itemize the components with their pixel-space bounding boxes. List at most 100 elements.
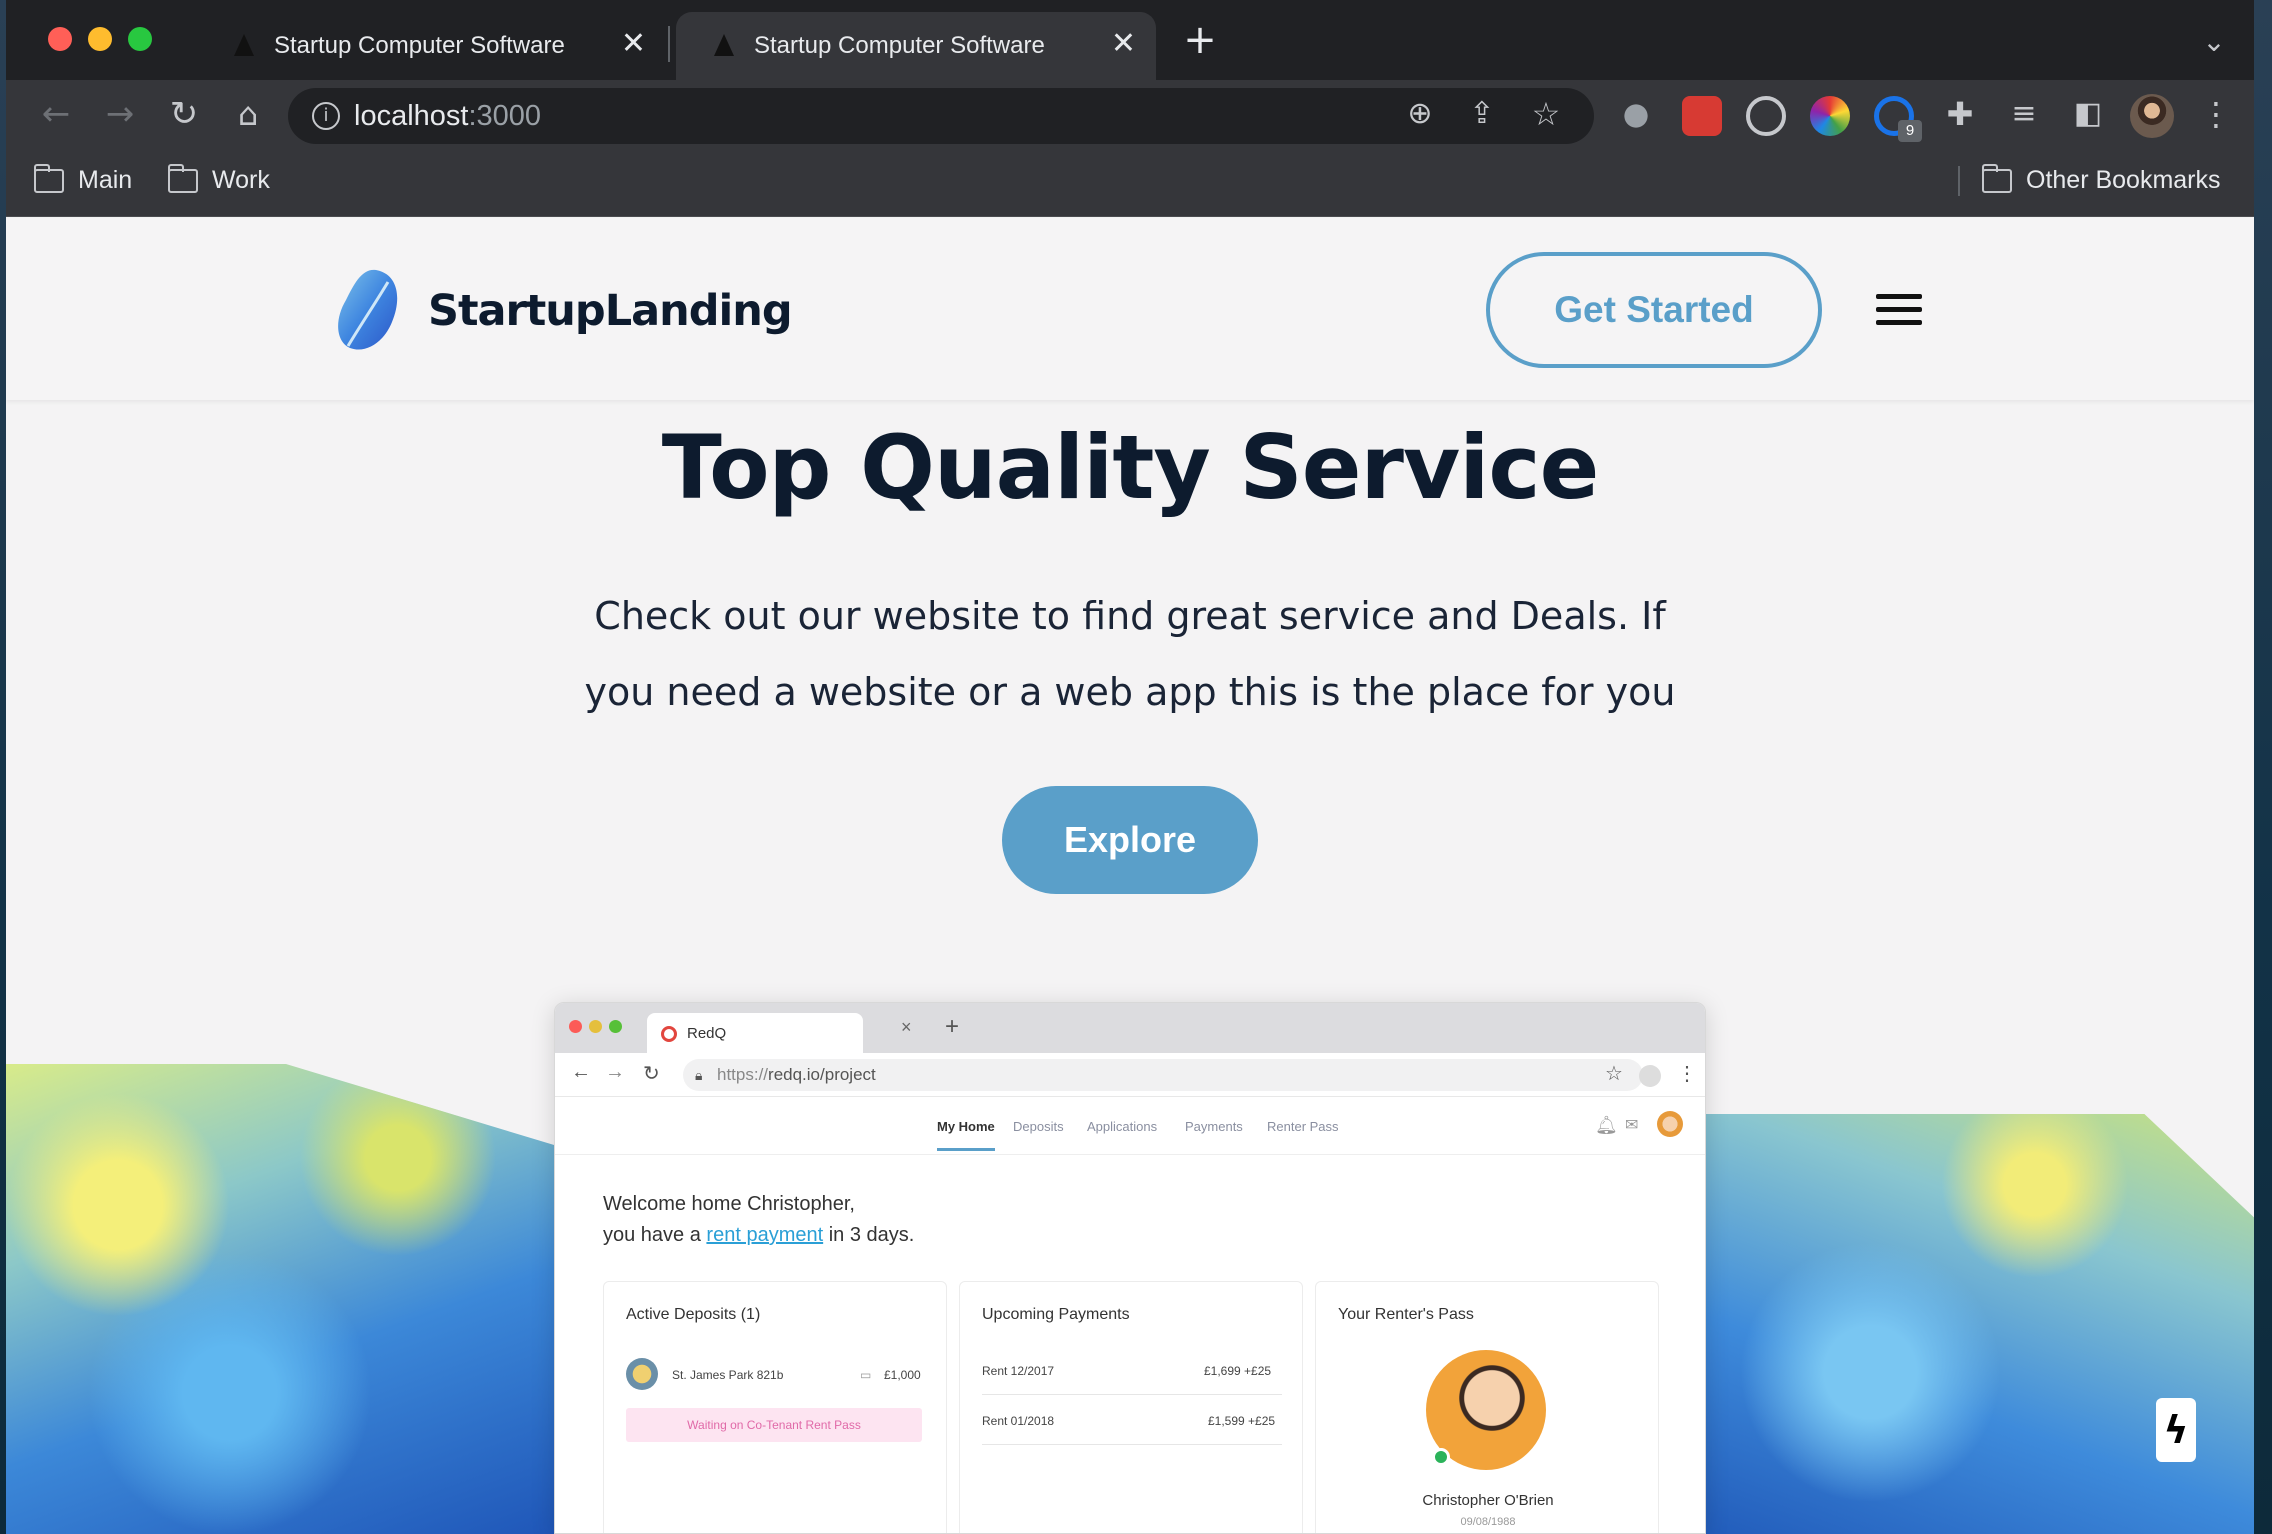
folder-icon <box>168 164 198 193</box>
payment-label: Rent 12/2017 <box>982 1364 1055 1378</box>
back-arrow-icon[interactable]: ← <box>34 94 78 138</box>
bookmark-folder-other[interactable]: Other Bookmarks <box>1982 164 2221 195</box>
tab-strip: Startup Computer Software ✕ Startup Comp… <box>6 0 2254 80</box>
close-window-button[interactable] <box>48 27 72 51</box>
payment-amount: £1,699 +£25 <box>1204 1364 1272 1378</box>
payment-amount: £1,599 +£25 <box>1208 1414 1276 1428</box>
row-divider <box>982 1394 1282 1395</box>
mockup-address-row: ← → ↻ 🔒︎ https://redq.io/project ☆ ⋮ <box>555 1053 1705 1097</box>
explore-button[interactable]: Explore <box>1002 786 1258 894</box>
mockup-nav-applications: Applications <box>1087 1119 1158 1134</box>
site-info-icon[interactable]: i <box>312 102 340 130</box>
mockup-avatar <box>1657 1111 1683 1137</box>
media-queue-icon[interactable]: ≡ <box>2002 94 2046 138</box>
hamburger-menu-icon[interactable] <box>1876 294 1922 326</box>
mockup-close-tab-icon: × <box>901 1017 912 1037</box>
share-icon[interactable]: ⇪ <box>1460 94 1504 138</box>
renter-dob: 09/08/1988 <box>1460 1516 1516 1528</box>
card-title: Active Deposits (1) <box>626 1306 761 1323</box>
mockup-payments-card: Upcoming Payments Rent 12/2017 £1,699 +£… <box>959 1281 1303 1533</box>
tab-search-chevron-down-icon[interactable]: ⌄ <box>2192 22 2236 66</box>
mockup-welcome-text: Welcome home Christopher, you have a ren… <box>603 1193 915 1246</box>
side-panel-icon[interactable]: ◧ <box>2066 94 2110 138</box>
redq-logo-icon <box>661 1026 677 1042</box>
forward-arrow-icon[interactable]: → <box>98 94 142 138</box>
close-tab-icon[interactable]: ✕ <box>1111 26 1136 61</box>
mockup-tab-strip: RedQ × + <box>555 1003 1705 1053</box>
mockup-menu-icon: ⋮ <box>1677 1063 1697 1085</box>
bookmark-folder-work[interactable]: Work <box>168 164 270 195</box>
lightning-bolt-icon[interactable]: ϟ <box>2156 1398 2196 1462</box>
address-bar[interactable]: i localhost:3000 ⊕ ⇪ ☆ <box>288 88 1594 144</box>
mockup-nav-deposits: Deposits <box>1013 1119 1064 1134</box>
extension-mouse-icon[interactable] <box>1616 96 1656 136</box>
mockup-renter-pass-card: Your Renter's Pass Christopher O'Brien 0… <box>1315 1281 1659 1533</box>
extensions-puzzle-icon[interactable]: ✚ <box>1938 94 1982 138</box>
mockup-nav-renter-pass: Renter Pass <box>1267 1119 1339 1134</box>
mockup-nav-my-home: My Home <box>937 1119 995 1151</box>
url-text: localhost:3000 <box>354 100 542 132</box>
card-title: Upcoming Payments <box>982 1306 1130 1323</box>
bookmarks-divider <box>1958 166 1960 196</box>
app-screenshot-mockup: RedQ × + ← → ↻ 🔒︎ https://redq.io/projec… <box>554 1002 1706 1534</box>
mockup-mail-icon: ✉ <box>1625 1117 1639 1134</box>
mockup-tab: RedQ <box>647 1013 863 1053</box>
site-favicon-icon <box>714 34 734 56</box>
site-header: StartupLanding Get Started <box>6 218 2254 400</box>
mockup-traffic-red <box>569 1020 582 1033</box>
minimize-window-button[interactable] <box>88 27 112 51</box>
reload-icon[interactable]: ↻ <box>162 94 206 138</box>
mockup-new-tab-icon: + <box>945 1013 960 1040</box>
web-page: StartupLanding Get Started Top Quality S… <box>6 218 2254 1534</box>
close-tab-icon[interactable]: ✕ <box>621 26 646 61</box>
renter-name: Christopher O'Brien <box>1422 1492 1554 1509</box>
folder-icon <box>1982 164 2012 193</box>
mockup-deposits-card: Active Deposits (1) St. James Park 821b … <box>603 1281 947 1533</box>
hero-headline: Top Quality Service <box>661 416 1600 519</box>
tab-title: Startup Computer Software <box>274 32 565 59</box>
bookmark-folder-main[interactable]: Main <box>34 164 132 195</box>
hero-decoration-left <box>6 1064 566 1534</box>
extension-badge-count: 9 <box>1898 120 1922 142</box>
deposit-status: Waiting on Co-Tenant Rent Pass <box>626 1408 922 1442</box>
tab-title: Startup Computer Software <box>754 32 1045 59</box>
hero-decoration-right <box>1706 1114 2254 1534</box>
mockup-nav-payments: Payments <box>1185 1119 1243 1134</box>
home-icon[interactable]: ⌂ <box>226 94 270 138</box>
tab-2-active[interactable]: Startup Computer Software ✕ <box>676 12 1156 80</box>
card-title: Your Renter's Pass <box>1338 1306 1474 1323</box>
brand-name[interactable]: StartupLanding <box>428 286 793 336</box>
deposit-amount: £1,000 <box>884 1368 921 1382</box>
zoom-window-button[interactable] <box>128 27 152 51</box>
mockup-traffic-green <box>609 1020 622 1033</box>
cash-icon: ▭ <box>860 1368 872 1382</box>
get-started-button[interactable]: Get Started <box>1486 252 1822 368</box>
bookmarks-bar <box>6 155 2254 217</box>
bookmark-star-icon[interactable]: ☆ <box>1524 94 1568 138</box>
more-menu-kebab-icon[interactable]: ⋮ <box>2194 94 2238 138</box>
folder-icon <box>34 164 64 193</box>
browser-window: Startup Computer Software ✕ Startup Comp… <box>6 0 2254 1534</box>
mockup-back-icon: ← <box>571 1061 591 1083</box>
mockup-url: 🔒︎ https://redq.io/project <box>683 1059 1643 1091</box>
mockup-forward-icon: → <box>605 1061 625 1083</box>
tab-1[interactable]: Startup Computer Software ✕ <box>196 12 666 80</box>
mockup-reload-icon: ↻ <box>643 1063 660 1085</box>
brand-logo-icon[interactable] <box>336 268 402 352</box>
new-tab-plus-icon[interactable]: + <box>1178 20 1222 64</box>
desktop-wallpaper-right <box>2254 0 2272 1534</box>
payment-label: Rent 01/2018 <box>982 1414 1055 1428</box>
mockup-bell-icon: 🔔︎ <box>1595 1115 1618 1135</box>
extension-red-icon[interactable] <box>1682 96 1722 136</box>
row-divider <box>982 1444 1282 1445</box>
hero-subtext: Check out our website to find great serv… <box>584 594 1676 714</box>
profile-avatar[interactable] <box>2130 94 2174 138</box>
zoom-magnifier-icon[interactable]: ⊕ <box>1398 94 1442 138</box>
tab-divider <box>668 26 670 62</box>
mockup-tab-title: RedQ <box>687 1025 727 1042</box>
mockup-app-nav: My Home Deposits Applications Payments R… <box>555 1097 1705 1155</box>
extension-target-icon[interactable] <box>1746 96 1786 136</box>
extension-color-wheel-icon[interactable] <box>1810 96 1850 136</box>
mockup-star-icon: ☆ <box>1605 1063 1623 1085</box>
site-favicon-icon <box>234 34 254 56</box>
